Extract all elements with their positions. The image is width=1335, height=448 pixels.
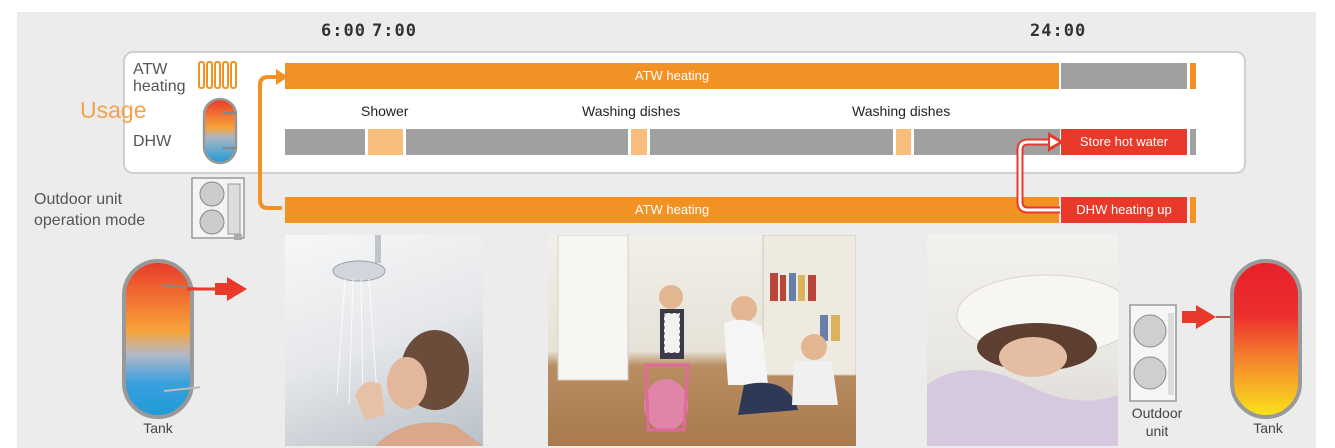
left-cycle-arrow [258,69,288,210]
family-scene-icon [557,235,856,432]
top-orange-end [1190,63,1196,89]
outdoor-unit-icon [191,177,245,240]
dhw-gray-1 [285,129,365,155]
dhw-label: DHW [133,133,172,150]
hot-water-out-arrow [187,277,247,301]
tank-left-caption: Tank [143,420,173,436]
time-7: 7:00 [372,21,417,41]
usage-label: Usage [80,97,147,123]
store-hot-water-bar: Store hot water [1061,129,1187,155]
event-washing-dishes-2: Washing dishes [852,103,951,119]
outdoor-caption-line1: Outdoor [1131,405,1183,421]
dhw-gray-2 [406,129,628,155]
outdoor-unit-right-icon [1129,304,1177,402]
dhw-dishes2-segment [896,129,911,155]
outdoor-unit-caption: Outdoor unit [1122,404,1192,440]
dhw-gray-end [1190,129,1196,155]
top-gray-segment [1061,63,1187,89]
right-cycle-arrow [1016,132,1064,214]
sleeping-scene-icon [927,274,1118,446]
outdoor-label-line1: Outdoor unit [34,191,123,208]
small-tank-icon [202,97,238,165]
outdoor-mode-label: Outdoor unit operation mode [34,189,145,231]
atw-label-line2: heating [133,78,186,95]
time-6: 6:00 [321,21,366,41]
tank-right-caption: Tank [1253,420,1283,436]
outdoor-label-line2: operation mode [34,212,146,229]
atw-label-line1: ATW [133,61,168,78]
bottom-orange-end [1190,197,1196,223]
atw-heating-bottom-bar: ATW heating [285,197,1059,223]
event-washing-dishes-1: Washing dishes [582,103,681,119]
dhw-dishes1-segment [631,129,647,155]
dhw-shower-segment [368,129,403,155]
atw-heating-top-bar: ATW heating [285,63,1059,89]
outdoor-caption-line2: unit [1145,423,1169,439]
event-shower: Shower [361,103,409,119]
shower-scene-icon [332,235,483,446]
time-24: 24:00 [1030,21,1087,41]
atw-heating-label: ATW heating [133,61,186,95]
tank-right-icon [1230,259,1302,419]
sleeping-photo [927,235,1118,446]
shower-photo [285,235,483,446]
dhw-gray-3 [650,129,893,155]
radiator-icon [198,61,237,89]
family-photo [548,235,856,446]
dhw-heating-up-bar: DHW heating up [1061,197,1187,223]
